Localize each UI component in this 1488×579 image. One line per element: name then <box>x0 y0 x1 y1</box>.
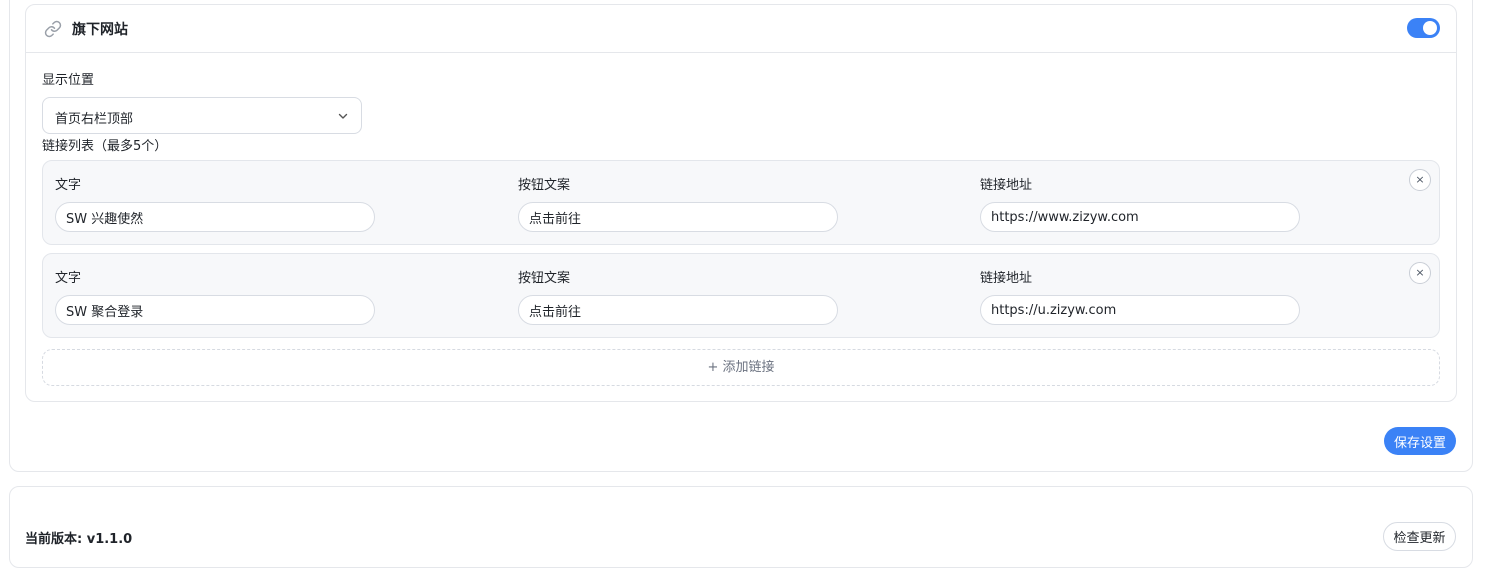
url-field-label: 链接地址 <box>980 271 1033 286</box>
check-update-button[interactable]: 检查更新 <box>1383 522 1456 551</box>
sister-sites-panel: 旗下网站 显示位置 首页右栏顶部 链接列表（最多5个） 文字 按钮文案 链接地址… <box>25 4 1457 402</box>
button-field-label: 按钮文案 <box>518 178 571 193</box>
toggle-knob <box>1423 21 1437 35</box>
current-version: 当前版本: v1.1.0 <box>25 532 133 547</box>
link-text-input-2[interactable] <box>55 295 375 325</box>
display-position-value: 首页右栏顶部 <box>55 112 134 127</box>
text-field-label: 文字 <box>55 178 82 193</box>
link-item-1: 文字 按钮文案 链接地址 × <box>42 160 1440 245</box>
remove-link-button-1[interactable]: × <box>1409 169 1431 191</box>
button-text-input-1[interactable] <box>518 202 838 232</box>
url-field-label: 链接地址 <box>980 178 1033 193</box>
link-list-label: 链接列表（最多5个） <box>42 139 168 154</box>
link-item-2: 文字 按钮文案 链接地址 × <box>42 253 1440 338</box>
link-text-input-1[interactable] <box>55 202 375 232</box>
version-card: 当前版本: v1.1.0 检查更新 <box>9 486 1473 568</box>
display-position-label: 显示位置 <box>42 73 95 88</box>
chevron-down-icon <box>338 113 348 119</box>
link-url-input-2[interactable] <box>980 295 1300 325</box>
panel-title: 旗下网站 <box>72 22 128 38</box>
button-field-label: 按钮文案 <box>518 271 571 286</box>
panel-header: 旗下网站 <box>26 5 1456 53</box>
display-position-select[interactable]: 首页右栏顶部 <box>42 97 362 134</box>
save-settings-button[interactable]: 保存设置 <box>1384 427 1456 455</box>
button-text-input-2[interactable] <box>518 295 838 325</box>
remove-link-button-2[interactable]: × <box>1409 262 1431 284</box>
add-link-button[interactable]: + 添加链接 <box>42 349 1440 386</box>
enable-toggle[interactable] <box>1407 18 1440 38</box>
text-field-label: 文字 <box>55 271 82 286</box>
link-url-input-1[interactable] <box>980 202 1300 232</box>
link-icon <box>44 20 62 38</box>
